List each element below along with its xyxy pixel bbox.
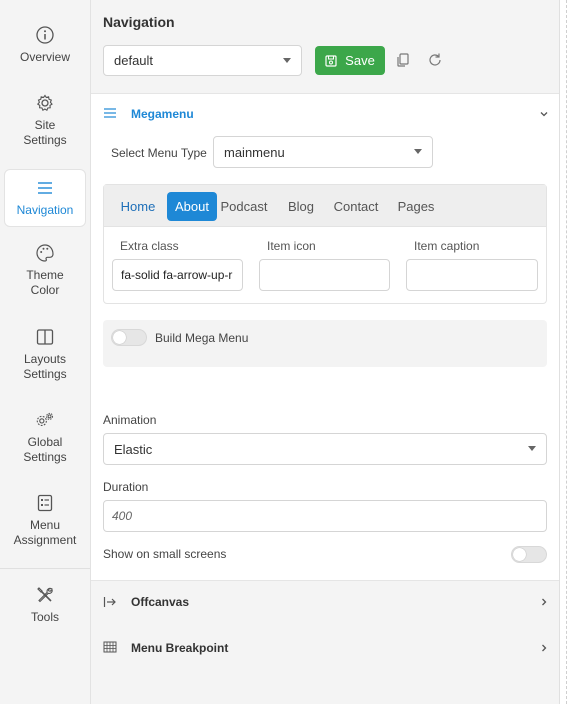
animation-select[interactable]: Elastic xyxy=(103,433,547,465)
scroll-edge xyxy=(559,0,567,704)
sidebar-item-label: Navigation xyxy=(16,203,74,217)
sidebar-item-menu-assignment[interactable]: Menu Assignment xyxy=(4,493,86,548)
chevron-right-icon xyxy=(542,598,547,606)
palette-icon xyxy=(36,244,54,262)
info-circle-icon xyxy=(36,26,54,44)
list-document-icon xyxy=(37,494,53,512)
save-button-label: Save xyxy=(345,53,375,68)
main-panel: Navigation default Save Megamenu Select … xyxy=(91,0,559,704)
chevron-down-icon xyxy=(528,446,536,451)
small-screens-toggle[interactable] xyxy=(511,546,547,563)
offcanvas-title: Offcanvas xyxy=(131,595,190,609)
megamenu-section-header[interactable]: Megamenu xyxy=(91,94,559,134)
preset-select-value: default xyxy=(114,53,154,68)
sidebar-item-label: Global Settings xyxy=(23,435,67,464)
duration-label: Duration xyxy=(103,480,149,494)
tab-podcast[interactable]: Podcast xyxy=(218,192,270,221)
hamburger-menu-icon xyxy=(38,182,52,194)
sidebar-item-layouts-settings[interactable]: Layouts Settings xyxy=(4,327,86,382)
section-divider xyxy=(91,580,559,581)
item-caption-input[interactable] xyxy=(406,259,538,291)
chevron-down-icon xyxy=(283,57,291,63)
sidebar-divider xyxy=(0,568,90,569)
animation-value: Elastic xyxy=(114,441,153,457)
breakpoint-grid-icon xyxy=(103,641,117,653)
sidebar-item-global-settings[interactable]: Global Settings xyxy=(4,410,86,465)
duration-input[interactable]: 400 xyxy=(103,500,547,532)
tab-home[interactable]: Home xyxy=(110,192,166,221)
chevron-down-icon xyxy=(414,149,422,154)
preset-select[interactable]: default xyxy=(103,45,302,76)
sidebar-item-tools[interactable]: Tools xyxy=(4,585,86,625)
sidebar-item-label: Layouts Settings xyxy=(23,352,67,381)
animation-label: Animation xyxy=(103,413,157,427)
sidebar-item-theme-color[interactable]: Theme Color xyxy=(4,243,86,298)
build-mega-menu-label: Build Mega Menu xyxy=(155,331,249,345)
save-button[interactable]: Save xyxy=(315,46,385,75)
gears-icon xyxy=(36,412,54,426)
offcanvas-section-header[interactable]: Offcanvas xyxy=(91,582,559,622)
tools-icon xyxy=(37,587,53,603)
sidebar-item-site-settings[interactable]: Site Settings xyxy=(4,93,86,148)
tab-contact[interactable]: Contact xyxy=(329,192,383,221)
menu-type-value: mainmenu xyxy=(224,144,285,160)
floppy-disk-icon xyxy=(325,54,337,67)
sidebar: Overview Site Settings Navigation Theme … xyxy=(0,0,91,704)
megamenu-title: Megamenu xyxy=(131,107,194,121)
sidebar-item-label: Theme Color xyxy=(26,268,64,297)
arrow-right-bar-icon xyxy=(103,597,116,607)
item-caption-label: Item caption xyxy=(414,239,480,253)
menu-breakpoint-title: Menu Breakpoint xyxy=(131,641,229,655)
item-icon-label: Item icon xyxy=(267,239,316,253)
menu-breakpoint-section-header[interactable]: Menu Breakpoint xyxy=(91,628,559,668)
menu-type-label: Select Menu Type xyxy=(111,146,207,160)
page-title: Navigation xyxy=(103,14,175,30)
sidebar-item-label: Tools xyxy=(30,610,59,624)
gear-icon xyxy=(36,94,53,112)
item-icon-input[interactable] xyxy=(259,259,390,291)
menu-item-tabs: Home About Podcast Blog Contact Pages xyxy=(104,185,546,227)
hamburger-menu-icon xyxy=(104,108,116,118)
extra-class-input[interactable]: fa-solid fa-arrow-up-r xyxy=(112,259,243,291)
small-screens-label: Show on small screens xyxy=(103,547,227,561)
menu-type-select[interactable]: mainmenu xyxy=(213,136,433,168)
menu-items-box: Home About Podcast Blog Contact Pages Ex… xyxy=(103,184,547,304)
sidebar-item-label: Menu Assignment xyxy=(13,518,77,547)
extra-class-label: Extra class xyxy=(120,239,179,253)
collapsed-sections: Offcanvas Menu Breakpoint xyxy=(91,580,559,704)
reset-icon[interactable] xyxy=(427,52,443,68)
tab-pages[interactable]: Pages xyxy=(394,192,438,221)
sidebar-item-navigation[interactable]: Navigation xyxy=(4,169,86,227)
tab-blog[interactable]: Blog xyxy=(283,192,319,221)
build-mega-menu-toggle[interactable] xyxy=(111,329,147,346)
chevron-down-icon xyxy=(540,112,548,117)
layout-columns-icon xyxy=(36,329,54,345)
tab-about[interactable]: About xyxy=(167,192,217,221)
copy-icon[interactable] xyxy=(395,52,411,68)
sidebar-item-label: Site Settings xyxy=(23,118,67,147)
header-bar: Navigation default Save xyxy=(91,0,559,94)
chevron-right-icon xyxy=(542,644,547,652)
build-mega-menu-box: Build Mega Menu xyxy=(103,320,547,367)
sidebar-item-overview[interactable]: Overview xyxy=(4,25,86,65)
sidebar-item-label: Overview xyxy=(19,50,70,64)
